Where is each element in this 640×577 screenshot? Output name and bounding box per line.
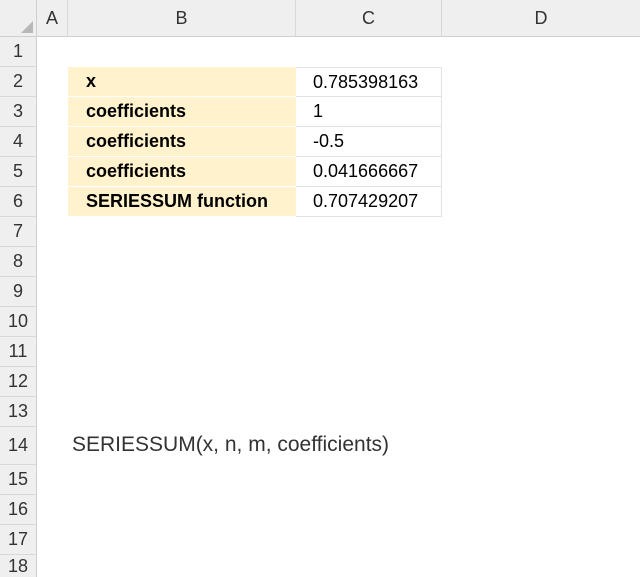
row-header-7[interactable]: 7 bbox=[0, 217, 37, 247]
row-header-4[interactable]: 4 bbox=[0, 127, 37, 157]
row-header-8[interactable]: 8 bbox=[0, 247, 37, 277]
row-header-6[interactable]: 6 bbox=[0, 187, 37, 217]
cell-c2[interactable]: 0.785398163 bbox=[296, 67, 442, 97]
row-header-10[interactable]: 10 bbox=[0, 307, 37, 337]
row-header-13[interactable]: 13 bbox=[0, 397, 37, 427]
column-header-c[interactable]: C bbox=[296, 0, 442, 37]
cell-c3[interactable]: 1 bbox=[296, 97, 442, 127]
cell-c4[interactable]: -0.5 bbox=[296, 127, 442, 157]
row-header-3[interactable]: 3 bbox=[0, 97, 37, 127]
cell-b3[interactable]: coefficients bbox=[68, 97, 296, 127]
spreadsheet-grid: A B C D 1 2 3 4 5 6 7 8 9 10 11 12 13 14… bbox=[0, 0, 640, 577]
row-header-16[interactable]: 16 bbox=[0, 495, 37, 525]
column-header-a[interactable]: A bbox=[37, 0, 68, 37]
row-header-2[interactable]: 2 bbox=[0, 67, 37, 97]
cell-c6[interactable]: 0.707429207 bbox=[296, 187, 442, 217]
row-header-17[interactable]: 17 bbox=[0, 525, 37, 555]
cell-b6[interactable]: SERIESSUM function bbox=[68, 187, 296, 217]
cell-c5[interactable]: 0.041666667 bbox=[296, 157, 442, 187]
seriessum-syntax-text: SERIESSUM(x, n, m, coefficients) bbox=[72, 433, 390, 456]
row-header-14[interactable]: 14 bbox=[0, 427, 37, 465]
column-header-d[interactable]: D bbox=[442, 0, 640, 37]
cell-b2[interactable]: x bbox=[68, 67, 296, 97]
cell-b4[interactable]: coefficients bbox=[68, 127, 296, 157]
cell-b5[interactable]: coefficients bbox=[68, 157, 296, 187]
row-header-11[interactable]: 11 bbox=[0, 337, 37, 367]
row-header-5[interactable]: 5 bbox=[0, 157, 37, 187]
select-all-triangle-icon bbox=[21, 21, 33, 33]
row-header-12[interactable]: 12 bbox=[0, 367, 37, 397]
select-all-corner[interactable] bbox=[0, 0, 37, 37]
row-header-1[interactable]: 1 bbox=[0, 37, 37, 67]
row-header-18[interactable]: 18 bbox=[0, 555, 37, 577]
column-header-b[interactable]: B bbox=[68, 0, 296, 37]
row-header-15[interactable]: 15 bbox=[0, 465, 37, 495]
row-header-9[interactable]: 9 bbox=[0, 277, 37, 307]
